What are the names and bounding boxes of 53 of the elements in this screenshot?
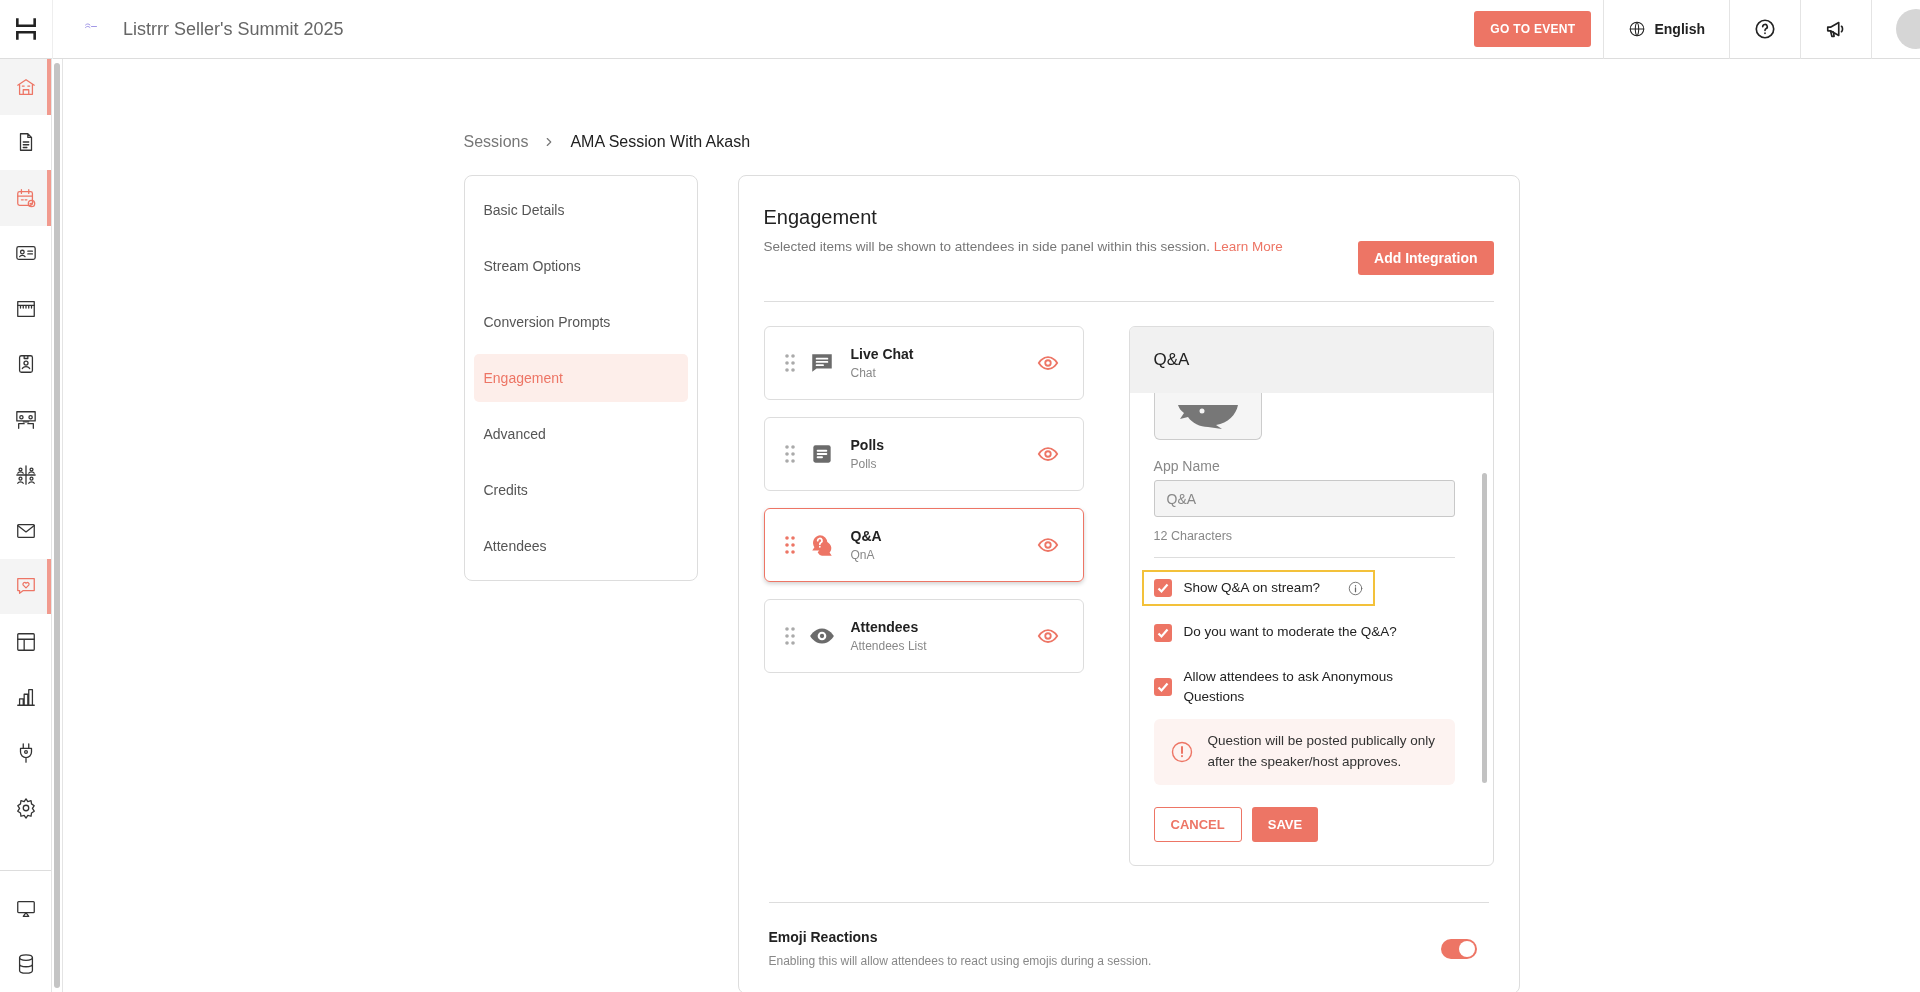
toggle-switch[interactable]	[1440, 939, 1477, 959]
section-description: Selected items will be shown to attendees in side panel within this session. Learn More	[763, 239, 1283, 254]
alert-icon	[1169, 740, 1194, 765]
app-card[interactable]: Polls Polls	[763, 417, 1084, 491]
checkbox[interactable]	[1153, 677, 1172, 696]
section-nav-item[interactable]: Stream Options	[473, 242, 688, 290]
layout-icon	[14, 630, 37, 653]
app-subtitle: Polls	[850, 457, 878, 471]
section-nav-item[interactable]: Attendees	[473, 522, 688, 570]
breadcrumb-item[interactable]: Sessions	[463, 133, 529, 151]
drag-handle-icon[interactable]	[784, 536, 795, 554]
breadcrumb-item: AMA Session With Akash	[570, 133, 751, 151]
settings-icon	[14, 797, 37, 820]
option-label: Do you want to moderate the Q&A?	[1183, 623, 1397, 642]
checkbox[interactable]	[1153, 623, 1172, 642]
drag-handle-icon[interactable]	[784, 445, 795, 463]
app-name: Live Chat	[850, 346, 915, 362]
drag-handle-icon[interactable]	[784, 627, 795, 645]
section-nav-item[interactable]: Credits	[473, 466, 688, 514]
app-card[interactable]: Live Chat Chat	[763, 326, 1084, 400]
app-subtitle: Chat	[850, 366, 877, 380]
field-label: App Name	[1153, 458, 1221, 474]
event-title: Listrrr Seller's Summit 2025	[123, 18, 344, 40]
app-name: Attendees	[850, 619, 920, 635]
option-label: Show Q&A on stream?	[1183, 579, 1321, 598]
globe-icon	[1628, 20, 1647, 38]
section-title: Engagement	[763, 206, 878, 229]
app-subtitle: QnA	[850, 548, 876, 562]
info-icon	[1348, 580, 1364, 596]
setting-title: Emoji Reactions	[768, 929, 879, 945]
section-nav-item[interactable]: Basic Details	[473, 186, 688, 234]
scrollbar[interactable]	[54, 63, 61, 988]
app-card[interactable]: Attendees Attendees List	[763, 599, 1084, 673]
character-count: 12 Characters	[1153, 529, 1455, 559]
app-card[interactable]: Q&A QnA	[763, 508, 1084, 582]
checkbox[interactable]	[1153, 579, 1172, 598]
scrollbar[interactable]	[1481, 473, 1487, 783]
meeting-icon	[14, 408, 37, 431]
drag-handle-icon[interactable]	[784, 354, 795, 372]
section-nav-item[interactable]: Conversion Prompts	[473, 298, 688, 346]
app-name: Polls	[850, 437, 885, 453]
app-name: Q&A	[850, 528, 883, 544]
bar-chart-icon	[14, 686, 37, 709]
calendar-check-icon	[14, 186, 37, 209]
option-label: Allow attendees to ask Anonymous Questions	[1183, 667, 1394, 706]
help-icon[interactable]	[1754, 18, 1776, 40]
team-icon	[14, 464, 37, 487]
setting-description: Enabling this will allow attendees to react using emojis during a session.	[768, 954, 1152, 968]
section-nav-item[interactable]: Advanced	[473, 410, 688, 458]
app-subtitle: Attendees List	[850, 639, 928, 653]
language-selector[interactable]: English	[1654, 21, 1705, 37]
notice-text: Question will be posted publically only after the speaker/host approves.	[1207, 732, 1436, 772]
panel-title: Q&A	[1153, 350, 1190, 370]
